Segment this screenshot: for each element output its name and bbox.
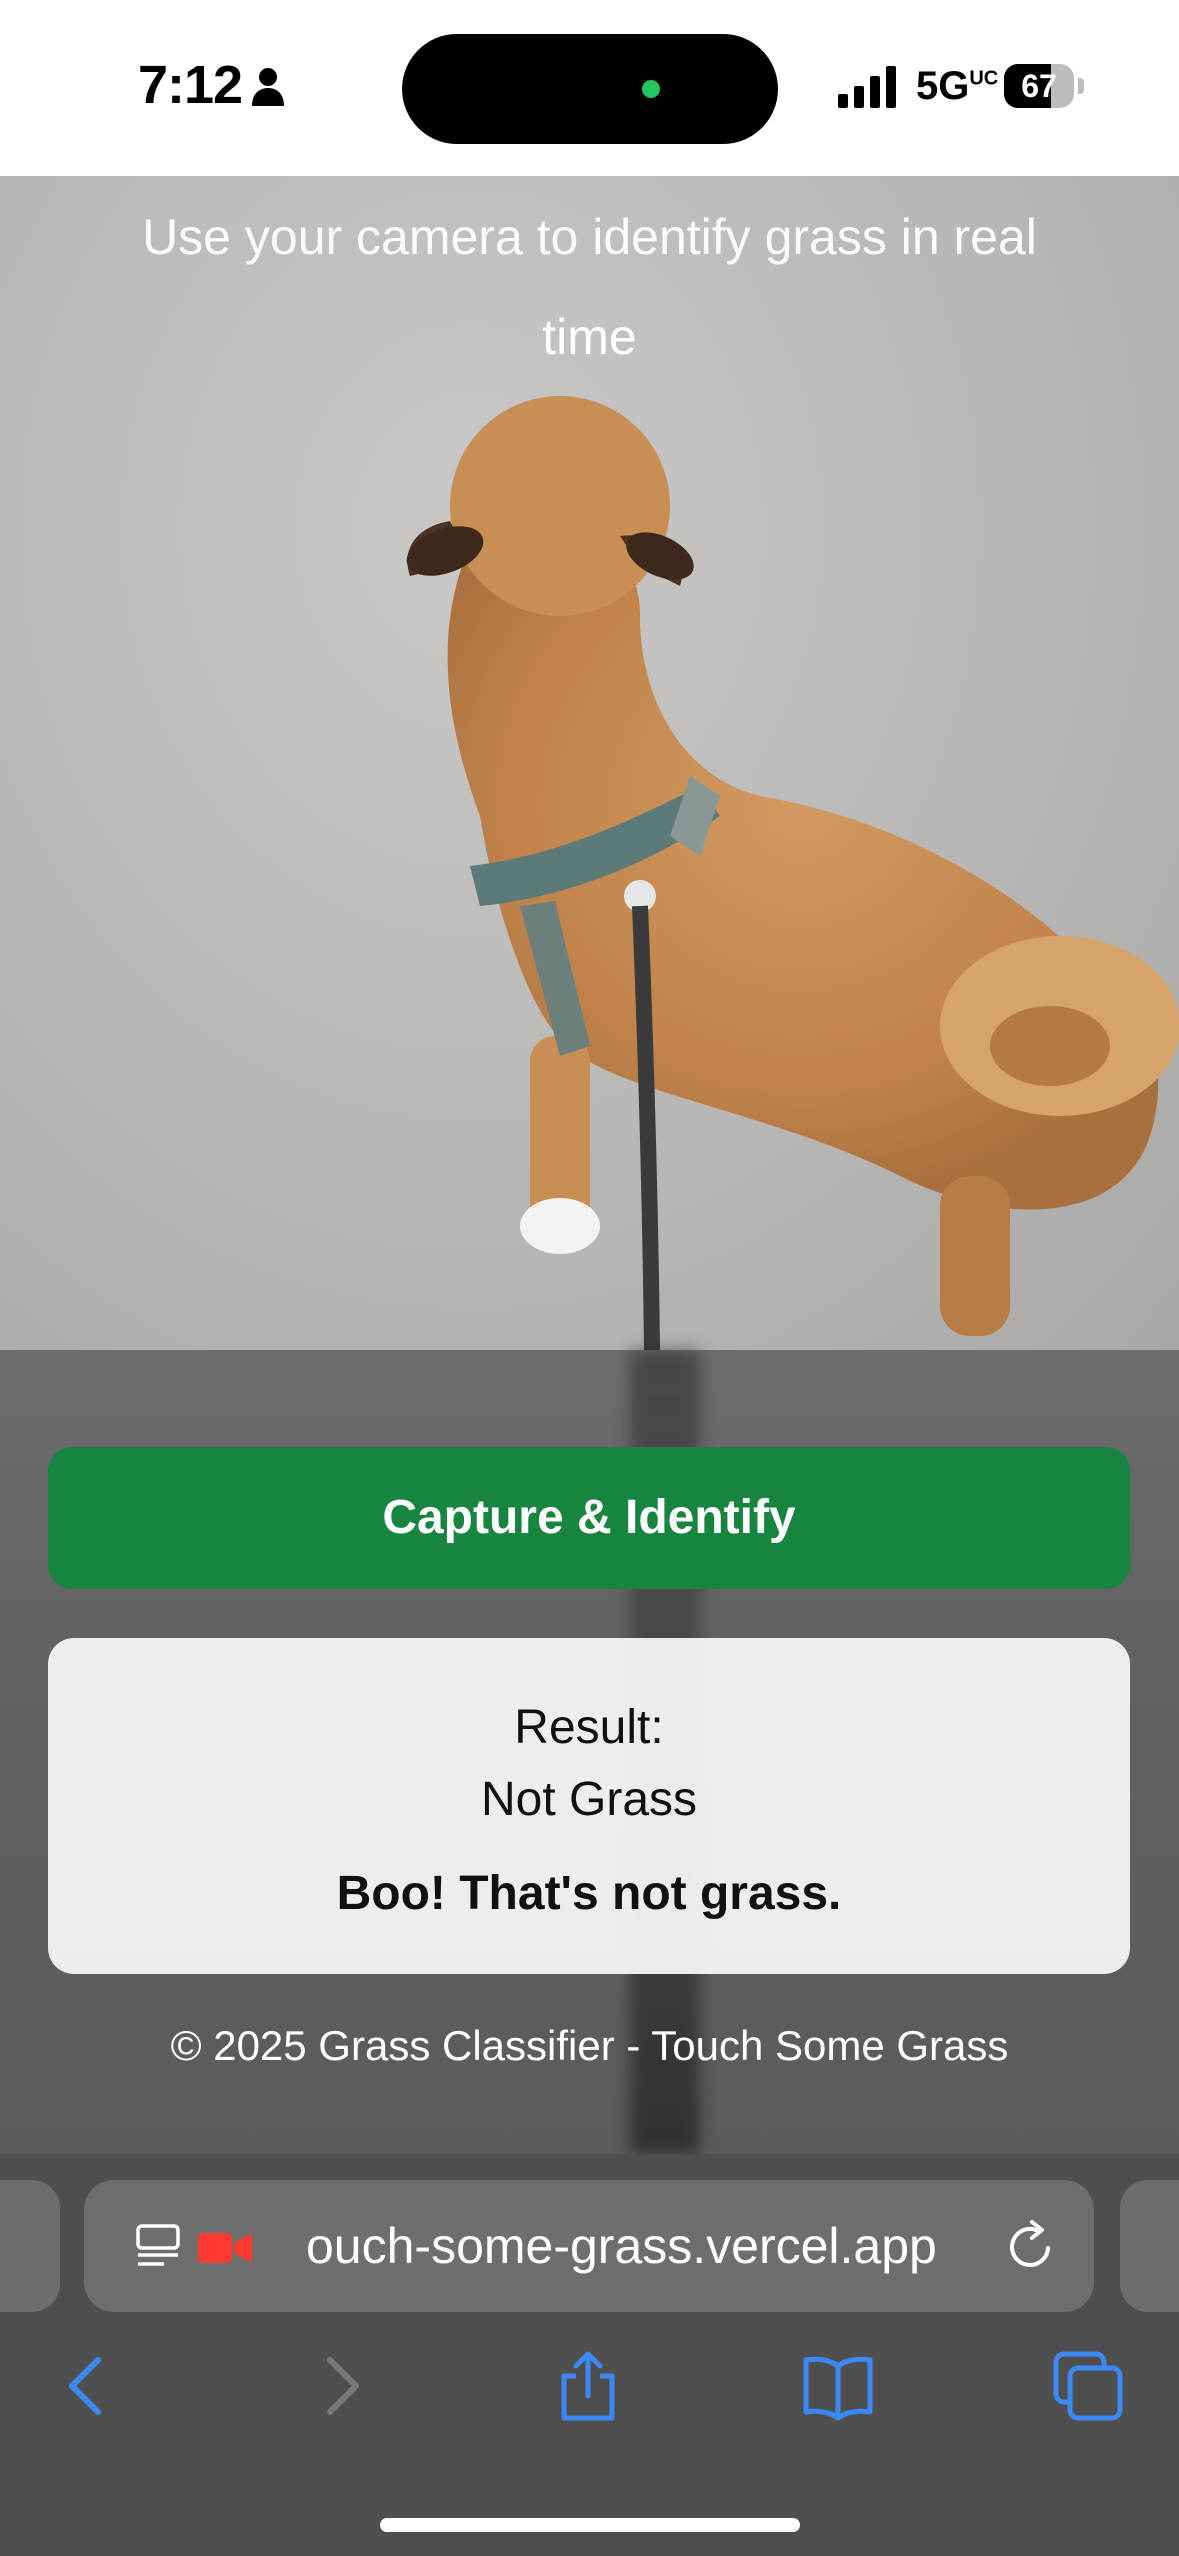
home-indicator[interactable] <box>380 2518 800 2532</box>
reader-icon[interactable] <box>134 2222 182 2270</box>
share-icon[interactable] <box>552 2350 624 2422</box>
result-message: Boo! That's not grass. <box>336 1867 842 1920</box>
previous-tab-preview[interactable] <box>0 2180 60 2312</box>
person-icon <box>252 68 284 106</box>
capture-identify-button[interactable]: Capture & Identify <box>48 1447 1130 1589</box>
battery-level: 67 <box>1021 68 1057 104</box>
result-label: Result: <box>514 1701 664 1754</box>
battery-icon: 67 <box>1004 64 1074 108</box>
result-value: Not Grass <box>480 1773 698 1826</box>
status-time: 7:12 <box>138 55 243 115</box>
next-tab-preview[interactable] <box>1120 2180 1179 2312</box>
status-bar: 7:12 5GUC 67 <box>0 0 1179 176</box>
camera-in-use-indicator-icon <box>642 80 660 98</box>
camera-feed: Use your camera to identify grass in rea… <box>0 176 1179 1350</box>
url-text[interactable]: ouch-some-grass.vercel.app <box>306 2214 986 2278</box>
dynamic-island <box>402 34 778 144</box>
network-type: 5GUC <box>916 64 999 108</box>
camera-subtitle: Use your camera to identify grass in rea… <box>0 209 1179 378</box>
subtitle-line-1: Use your camera to identify grass in rea… <box>142 209 1037 265</box>
subtitle-line-2: time <box>542 309 637 365</box>
footer-copyright: © 2025 Grass Classifier - Touch Some Gra… <box>170 2022 1009 2069</box>
reload-icon[interactable] <box>1002 2218 1058 2274</box>
back-icon[interactable] <box>52 2350 124 2422</box>
battery-tip <box>1078 78 1084 94</box>
signal-icon <box>838 66 896 108</box>
tabs-icon[interactable] <box>1052 2350 1124 2422</box>
camera-recording-icon[interactable] <box>198 2230 252 2266</box>
result-card: Result: Not Grass Boo! That's not grass. <box>48 1638 1130 1974</box>
forward-icon[interactable] <box>304 2350 376 2422</box>
bookmarks-icon[interactable] <box>802 2350 874 2422</box>
